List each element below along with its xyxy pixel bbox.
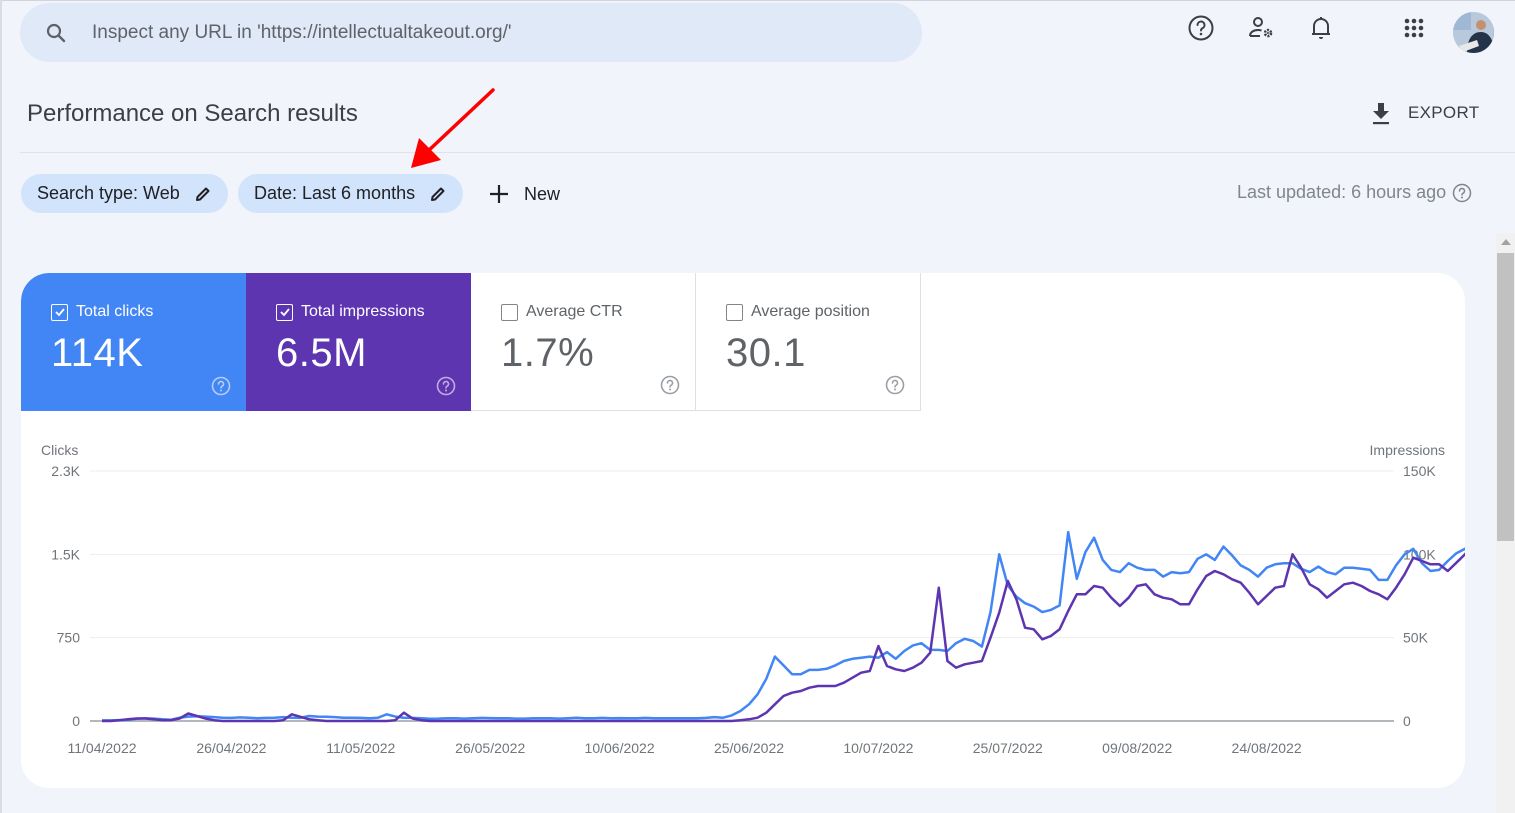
manage-users-icon xyxy=(1249,17,1273,38)
y-right-tick-label: 50K xyxy=(1403,630,1429,646)
x-tick-label: 10/06/2022 xyxy=(585,740,655,756)
apps-grid-icon xyxy=(1404,18,1424,38)
performance-card: Total clicks 114K Total impressions 6.5M… xyxy=(21,273,1465,788)
scrollbar-thumb[interactable] xyxy=(1497,253,1514,541)
x-tick-label: 26/05/2022 xyxy=(455,740,525,756)
series-line-clicks[interactable] xyxy=(102,495,1465,722)
last-updated-text: Last updated: 6 hours ago xyxy=(1237,182,1447,202)
apps-button[interactable] xyxy=(1399,13,1429,43)
help-button[interactable] xyxy=(1186,13,1216,43)
x-tick-label: 25/06/2022 xyxy=(714,740,784,756)
manage-users-button[interactable] xyxy=(1246,13,1276,43)
y-axis-left-title: Clicks xyxy=(41,442,78,458)
chip-label: Search type: Web xyxy=(37,183,180,203)
help-icon[interactable] xyxy=(1452,183,1472,203)
filter-chip-date[interactable]: Date: Last 6 months xyxy=(238,174,464,213)
avatar[interactable] xyxy=(1453,12,1494,53)
window-left-border xyxy=(0,0,2,813)
new-filter-button[interactable]: New xyxy=(488,176,560,212)
y-left-tick-label: 750 xyxy=(57,630,81,646)
x-tick-label: 11/04/2022 xyxy=(67,740,136,756)
edit-pencil-icon xyxy=(195,187,210,201)
x-tick-label: 09/08/2022 xyxy=(1102,740,1172,756)
performance-chart[interactable]: Clicks Impressions 07501.5K2.3K 050K100K… xyxy=(21,273,1465,788)
y-right-tick-label: 150K xyxy=(1403,463,1436,479)
export-button[interactable]: EXPORT xyxy=(1368,98,1479,128)
notifications-button[interactable] xyxy=(1306,13,1336,43)
edit-pencil-icon xyxy=(431,187,445,201)
window-top-border xyxy=(0,0,1515,1)
download-icon xyxy=(1373,103,1389,125)
new-filter-label: New xyxy=(524,183,561,204)
export-label: EXPORT xyxy=(1408,103,1480,122)
x-tick-label: 11/05/2022 xyxy=(326,740,395,756)
vertical-scrollbar[interactable] xyxy=(1496,233,1515,813)
chip-label: Date: Last 6 months xyxy=(254,183,416,203)
notifications-icon xyxy=(1312,17,1330,39)
header-divider xyxy=(20,152,1515,153)
y-axis-right-title: Impressions xyxy=(1370,442,1445,458)
y-right-tick-label: 0 xyxy=(1403,713,1411,729)
page-title: Performance on Search results xyxy=(27,100,358,127)
annotation-arrow xyxy=(411,88,495,168)
triangle-up-icon xyxy=(1500,238,1511,245)
filter-chip-search-type[interactable]: Search type: Web xyxy=(21,174,228,213)
x-tick-label: 26/04/2022 xyxy=(196,740,266,756)
x-tick-label: 10/07/2022 xyxy=(843,740,913,756)
scroll-up-button[interactable] xyxy=(1496,233,1515,250)
y-left-tick-label: 0 xyxy=(72,713,80,729)
last-updated-status: Last updated: 6 hours ago xyxy=(1237,182,1472,203)
help-icon xyxy=(1188,15,1214,41)
avatar-photo xyxy=(1453,12,1494,53)
y-left-tick-label: 2.3K xyxy=(51,463,80,479)
x-tick-label: 24/08/2022 xyxy=(1232,740,1302,756)
plus-icon xyxy=(490,185,508,203)
x-tick-label: 25/07/2022 xyxy=(973,740,1043,756)
y-left-tick-label: 1.5K xyxy=(51,546,80,562)
series-line-impressions[interactable] xyxy=(102,503,1465,723)
